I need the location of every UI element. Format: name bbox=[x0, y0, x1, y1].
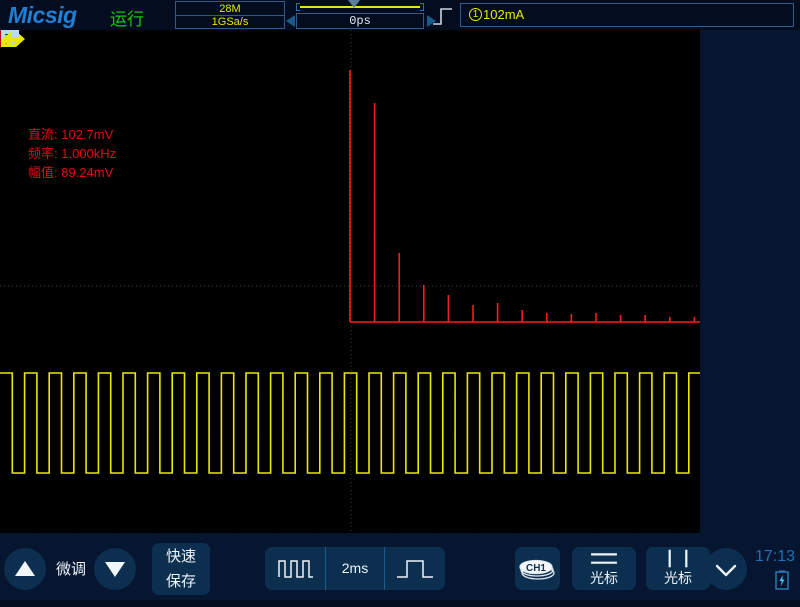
svg-text:CH1: CH1 bbox=[526, 563, 546, 574]
quick-save-line-1: 快速 bbox=[152, 544, 210, 569]
pulse-narrow-icon bbox=[265, 547, 325, 590]
battery-charging-icon bbox=[775, 570, 789, 590]
system-clock: 17:13 bbox=[745, 548, 795, 566]
channel-selector-button[interactable]: CH1 bbox=[515, 547, 560, 590]
scroll-left-arrow-icon[interactable] bbox=[286, 15, 295, 27]
timebase-zoom-out-button[interactable] bbox=[265, 547, 325, 590]
channel-readout-box[interactable]: 1102mA bbox=[460, 3, 794, 27]
memory-position-marker-icon[interactable] bbox=[348, 0, 360, 8]
increment-button[interactable] bbox=[4, 548, 46, 590]
rising-edge-icon[interactable] bbox=[432, 6, 454, 26]
chevron-down-icon bbox=[705, 548, 747, 590]
pulse-wide-icon bbox=[385, 547, 445, 590]
vertical-cursor-label: 光标 bbox=[646, 568, 710, 588]
run-state-label: 运行 bbox=[110, 5, 144, 30]
sample-rate-value: 1GSa/s bbox=[176, 16, 284, 29]
collapse-toolbar-button[interactable] bbox=[705, 548, 747, 590]
memory-depth-value: 28M bbox=[176, 2, 284, 16]
timebase-value[interactable]: 2ms bbox=[325, 547, 384, 590]
measurement-readouts: 直流: 102.7mV 频率: 1.000kHz 幅值: 89.24mV bbox=[28, 125, 116, 182]
measurement-frequency: 频率: 1.000kHz bbox=[28, 144, 116, 163]
horizontal-cursor-button[interactable]: 光标 bbox=[572, 547, 636, 590]
vertical-cursor-button[interactable]: 光标 bbox=[646, 547, 710, 590]
measurement-dc: 直流: 102.7mV bbox=[28, 125, 116, 144]
waveform-display[interactable]: 直流: 102.7mV 频率: 1.000kHz 幅值: 89.24mV M 1… bbox=[0, 30, 700, 533]
waveform-canvas bbox=[0, 30, 700, 533]
triangle-up-icon bbox=[4, 548, 46, 590]
oscilloscope-screen: Micsig 运行 28M 1GSa/s 0ps 1102mA bbox=[0, 0, 800, 600]
timebase-zoom-in-button[interactable] bbox=[384, 547, 445, 590]
memory-bar-right-bracket bbox=[420, 3, 424, 11]
ch1-offset-arrow-marker[interactable] bbox=[0, 30, 22, 49]
brand-logo: Micsig bbox=[8, 2, 77, 29]
decrement-button[interactable] bbox=[94, 548, 136, 590]
channel-number-badge: 1 bbox=[469, 8, 482, 21]
quick-save-button[interactable]: 快速 保存 bbox=[152, 543, 210, 595]
right-side-panel: MATH 20mA 5kHz REF ⌃ Level ⌄ S1 S2 bbox=[700, 30, 800, 533]
horizontal-cursor-label: 光标 bbox=[572, 568, 636, 588]
triangle-down-icon bbox=[94, 548, 136, 590]
memory-bar-fill bbox=[300, 6, 420, 8]
channel-readout-value: 102mA bbox=[483, 7, 524, 22]
horizontal-position-value[interactable]: 0ps bbox=[296, 13, 424, 29]
header-bar: Micsig 运行 28M 1GSa/s 0ps 1102mA bbox=[0, 0, 800, 30]
measurement-amplitude: 幅值: 89.24mV bbox=[28, 163, 116, 182]
fine-tune-label: 微调 bbox=[50, 558, 92, 579]
channel-stack-icon: CH1 bbox=[515, 547, 560, 590]
memory-bar[interactable] bbox=[296, 3, 424, 11]
horizontal-position-control[interactable]: 0ps bbox=[286, 1, 436, 29]
memory-info-box[interactable]: 28M 1GSa/s bbox=[175, 1, 285, 29]
timebase-control-group: 2ms bbox=[265, 547, 445, 590]
quick-save-line-2: 保存 bbox=[152, 569, 210, 594]
